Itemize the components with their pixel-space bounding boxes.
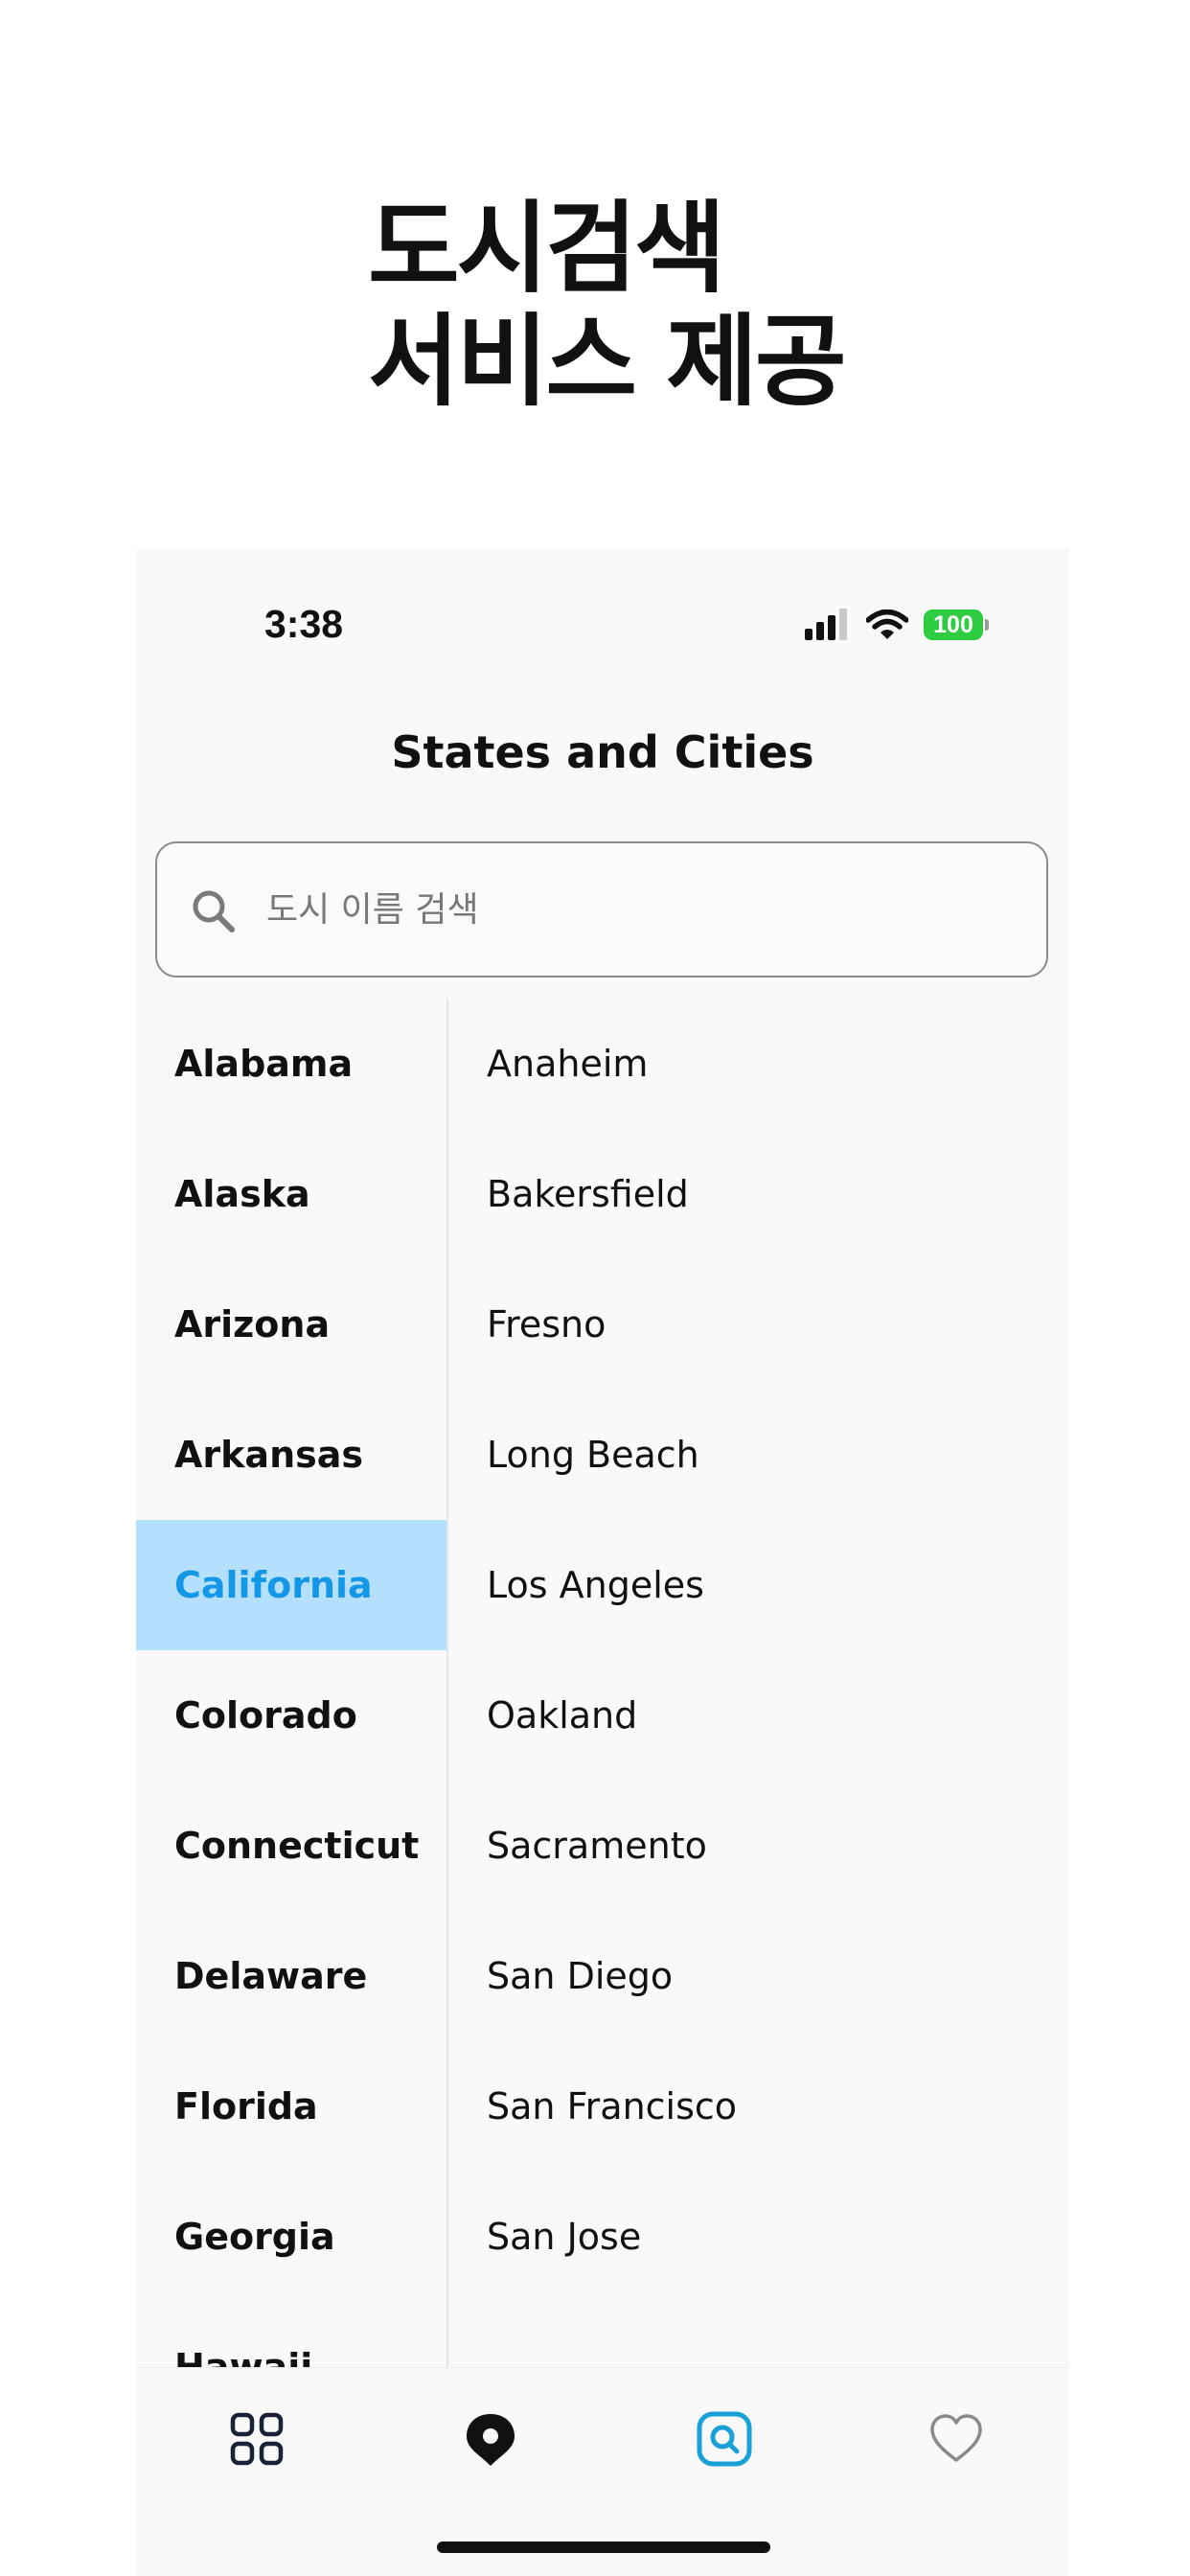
state-item[interactable]: Arizona	[136, 1259, 446, 1390]
page-title: States and Cities	[391, 726, 814, 778]
city-item[interactable]: Anaheim	[448, 999, 1069, 1129]
state-item[interactable]: Georgia	[136, 2172, 446, 2302]
states-list[interactable]: Alabama Alaska Arizona Arkansas California Co…	[136, 999, 446, 2367]
state-item[interactable]: Florida	[136, 2041, 446, 2172]
heart-icon[interactable]	[927, 2410, 985, 2468]
home-indicator	[437, 2542, 770, 2553]
search-placeholder: 도시 이름 검색	[266, 890, 479, 930]
city-item[interactable]: San Jose	[448, 2172, 1069, 2302]
search-icon	[193, 890, 235, 932]
city-item[interactable]: Long Beach	[448, 1390, 1069, 1520]
city-item[interactable]: Sacramento	[448, 1781, 1069, 1911]
city-item[interactable]: Los Angeles	[448, 1520, 1069, 1650]
city-item[interactable]: Fresno	[448, 1259, 1069, 1390]
grid-icon[interactable]	[228, 2410, 286, 2468]
cities-list[interactable]: Anaheim Bakersfield Fresno Long Beach Los An…	[448, 999, 1069, 2367]
headline-line-2: 서비스 제공	[368, 303, 847, 420]
battery-icon: 100	[924, 610, 983, 640]
state-item[interactable]: Arkansas	[136, 1390, 446, 1520]
phone-screen: 3:38 100 States and Cities 도시 이름 검색 Alab…	[136, 548, 1069, 2576]
state-item[interactable]: Alaska	[136, 1129, 446, 1259]
state-item[interactable]: Hawaii	[136, 2302, 446, 2367]
wifi-icon	[866, 610, 908, 639]
search-icon[interactable]	[696, 2410, 753, 2468]
city-item[interactable]: San Francisco	[448, 2041, 1069, 2172]
cellular-signal-icon	[805, 608, 851, 640]
state-item[interactable]: Connecticut	[136, 1781, 446, 1911]
state-item[interactable]: Alabama	[136, 999, 446, 1129]
city-item[interactable]: San Diego	[448, 1911, 1069, 2041]
headline: 도시검색 서비스 제공	[368, 190, 847, 420]
state-item[interactable]: Colorado	[136, 1650, 446, 1781]
battery-tip	[985, 619, 989, 631]
state-item[interactable]: California	[136, 1520, 446, 1650]
headline-line-1: 도시검색	[368, 190, 726, 307]
search-input[interactable]: 도시 이름 검색	[155, 841, 1048, 978]
state-item[interactable]: Delaware	[136, 1911, 446, 2041]
city-item[interactable]: Oakland	[448, 1650, 1069, 1781]
status-time: 3:38	[264, 602, 344, 646]
map-pin-icon[interactable]	[462, 2410, 519, 2468]
city-item[interactable]: Bakersfield	[448, 1129, 1069, 1259]
